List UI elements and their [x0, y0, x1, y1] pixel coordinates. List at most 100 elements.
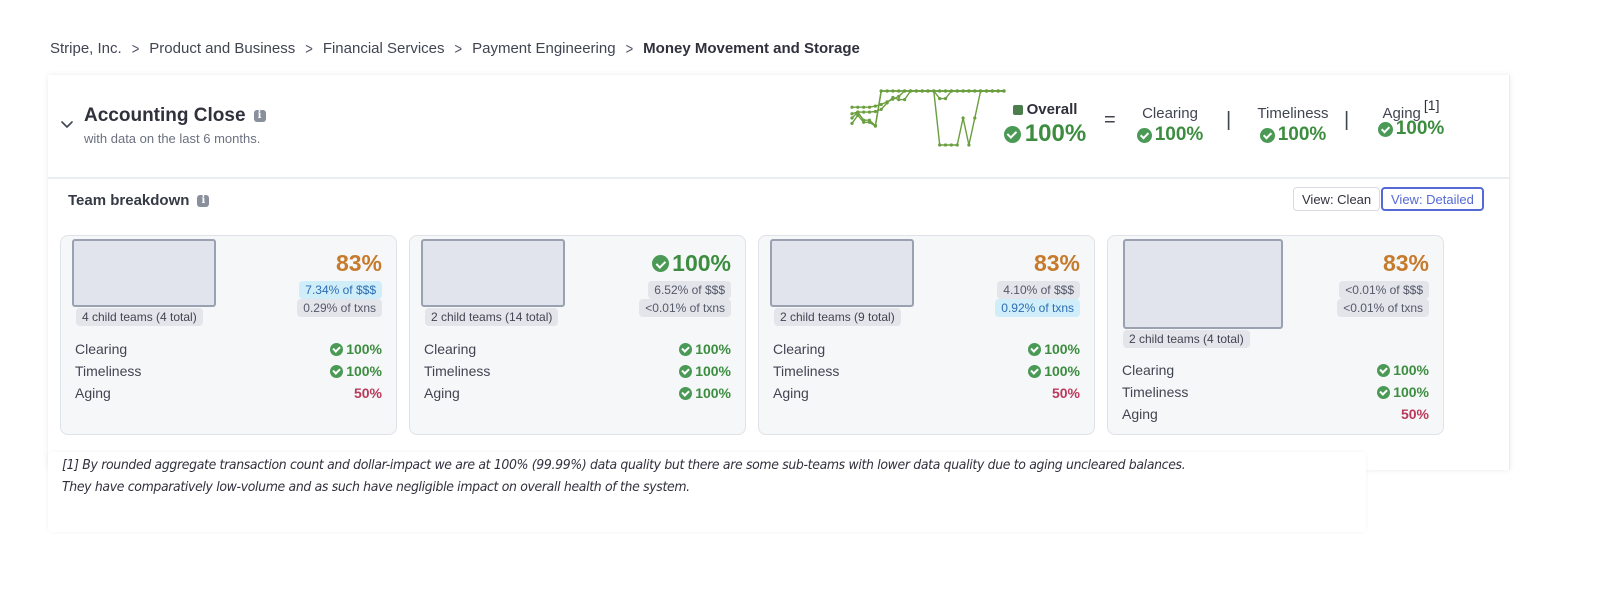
aging-value-text: 100%	[1395, 118, 1445, 139]
check-circle-icon	[679, 342, 693, 356]
team-score: 83%	[1034, 250, 1080, 277]
check-circle-icon	[1259, 127, 1275, 143]
chevron-down-icon[interactable]	[60, 117, 74, 131]
breadcrumb-item-payment-engineering[interactable]: Payment Engineering	[472, 40, 615, 57]
sparkline-point	[914, 89, 918, 93]
team-score-text: 83%	[335, 250, 382, 276]
sparkline-point	[943, 89, 948, 93]
timeliness-value-text: 100%	[1277, 124, 1327, 145]
overall-label-text: Overall	[1026, 101, 1078, 118]
dollar-share-pill: 6.52% of $$$	[648, 281, 731, 299]
check-circle-icon	[330, 364, 344, 378]
txn-share-pill: 0.92% of txns	[995, 299, 1080, 317]
metric-label: Timeliness	[424, 363, 491, 379]
metric-value-text: 100%	[695, 341, 731, 357]
metric-value-text: 100%	[1393, 362, 1429, 378]
metric-row-timeliness: Timeliness 100%	[424, 360, 731, 382]
breadcrumb: Stripe, Inc. > Product and Business > Fi…	[50, 39, 860, 58]
team-card[interactable]: 4 child teams (4 total) 83% 7.34% of $$$…	[60, 235, 397, 435]
timeliness-metric: Timeliness 100%	[1248, 105, 1338, 146]
breadcrumb-separator-icon: >	[305, 39, 313, 58]
sparkline-point	[1002, 89, 1006, 93]
section-title-group: Accounting Close i with data on the last…	[84, 105, 266, 146]
metric-label: Aging	[424, 385, 460, 401]
sparkline-point	[990, 89, 994, 93]
sparkline-point	[955, 89, 959, 93]
sparkline-point	[850, 116, 854, 120]
metric-value-text: 100%	[346, 341, 382, 357]
team-breakdown-title: Team breakdown i	[68, 192, 210, 209]
metric-value: 100%	[1028, 363, 1080, 379]
txn-share-pill: 0.29% of txns	[297, 299, 382, 317]
team-card[interactable]: 2 child teams (9 total) 83% 4.10% of $$$…	[758, 235, 1095, 435]
metric-value-text: 100%	[695, 363, 731, 379]
sparkline-point	[873, 109, 877, 114]
metric-row-aging: Aging 50%	[75, 382, 382, 404]
divider: |	[1226, 109, 1232, 131]
metric-value-text: 100%	[1044, 363, 1080, 379]
metric-value-text: 100%	[695, 385, 731, 401]
clearing-value-text: 100%	[1154, 124, 1204, 145]
metric-label: Clearing	[773, 341, 826, 357]
timeliness-value: 100%	[1248, 124, 1338, 146]
metric-value: 100%	[679, 363, 731, 379]
sparkline-series-4	[851, 90, 1004, 127]
sparkline-series-5	[851, 90, 1004, 146]
metric-label: Aging	[1122, 406, 1158, 422]
sparkline-point	[897, 98, 901, 102]
breadcrumb-item-product-and-business[interactable]: Product and Business	[149, 40, 295, 57]
sparkline-point	[903, 98, 907, 102]
sparkline-point	[979, 89, 983, 93]
metric-row-timeliness: Timeliness 100%	[75, 360, 382, 382]
sparkline-point	[862, 110, 866, 114]
metric-label: Aging	[75, 385, 111, 401]
metric-value: 50%	[353, 385, 382, 401]
breadcrumb-item-financial-services[interactable]: Financial Services	[323, 40, 445, 57]
sparkline-point	[891, 89, 895, 93]
panel-header: Accounting Close i with data on the last…	[48, 75, 1509, 179]
team-score-text: 100%	[672, 250, 731, 276]
sparkline-point	[873, 124, 877, 128]
sparkline-point	[961, 116, 965, 120]
check-circle-icon	[1028, 342, 1042, 356]
sparkline-point	[955, 143, 959, 147]
info-icon[interactable]: i	[253, 110, 266, 122]
txn-share-pill: <0.01% of txns	[1337, 299, 1429, 317]
footnote-line-1: [1] By rounded aggregate transaction cou…	[62, 458, 1186, 473]
sparkline-point	[973, 89, 977, 93]
metric-rows: Clearing 100% Timeliness 100% Aging 50%	[773, 338, 1080, 404]
view-clean-button[interactable]: View: Clean	[1293, 187, 1381, 211]
metric-value-text: 100%	[346, 363, 382, 379]
footnote-ref[interactable]: [1]	[1424, 97, 1440, 113]
txn-share-pill: <0.01% of txns	[639, 299, 731, 317]
trend-sparkline	[850, 89, 1006, 147]
sparkline-point	[943, 143, 948, 147]
info-icon[interactable]: i	[197, 194, 210, 207]
team-card[interactable]: 2 child teams (4 total) 83% <0.01% of $$…	[1107, 235, 1444, 435]
overall-label: Overall	[1000, 101, 1090, 118]
sparkline-point	[856, 105, 860, 109]
section-title-text: Accounting Close	[84, 105, 246, 126]
team-card[interactable]: 2 child teams (14 total) 100% 6.52% of $…	[409, 235, 746, 435]
child-teams-badge: 2 child teams (14 total)	[425, 308, 559, 326]
sparkline-point	[943, 97, 948, 101]
sparkline-point	[897, 89, 901, 93]
child-teams-badge: 4 child teams (4 total)	[76, 308, 203, 326]
breadcrumb-item-stripe[interactable]: Stripe, Inc.	[50, 40, 122, 57]
divider: |	[1344, 109, 1350, 131]
team-score: 100%	[652, 250, 731, 277]
metric-rows: Clearing 100% Timeliness 100% Aging 50%	[75, 338, 382, 404]
sparkline-point	[967, 89, 971, 93]
sparkline-point	[938, 97, 942, 101]
metric-value: 100%	[330, 363, 382, 379]
sparkline-point	[926, 89, 930, 93]
check-circle-icon	[1028, 364, 1042, 378]
team-thumbnail	[770, 239, 914, 307]
team-thumbnail	[421, 239, 565, 307]
metric-value: 50%	[1051, 385, 1080, 401]
view-detailed-button[interactable]: View: Detailed	[1381, 187, 1484, 211]
clearing-label: Clearing	[1142, 105, 1198, 122]
metric-row-clearing: Clearing 100%	[424, 338, 731, 360]
sparkline-point	[967, 143, 971, 147]
metric-row-timeliness: Timeliness 100%	[773, 360, 1080, 382]
